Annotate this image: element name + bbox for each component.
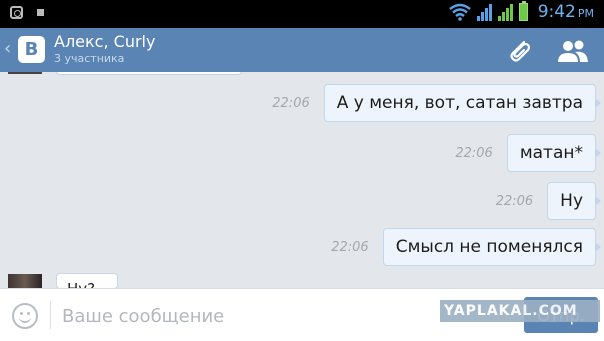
outgoing-message[interactable]: 22:06 А у меня, вот, сатан завтра (272, 84, 602, 122)
photo-icon (10, 6, 23, 19)
watermark: YAPLAKAL.COM (440, 300, 600, 322)
participants-icon[interactable] (556, 38, 590, 64)
app-bar: ‹ В Алекс, Curly 3 участника (0, 28, 604, 72)
clock: 9:42 PM (537, 2, 594, 22)
message-input[interactable] (60, 301, 464, 331)
message-timestamp: 22:06 (272, 95, 310, 111)
message-bubble: Ну (547, 182, 601, 220)
wifi-icon (448, 3, 471, 21)
divider (50, 301, 51, 329)
message-list[interactable]: 22:06 А у меня, вот, сатан завтра 22:06 … (0, 72, 604, 288)
participants-count: 3 участника (54, 52, 125, 65)
back-chevron-icon[interactable]: ‹ (4, 38, 11, 59)
status-bar: 9:42 PM (0, 0, 604, 28)
notification-icon (37, 9, 44, 16)
incoming-message-bubble (56, 72, 242, 75)
signal-icon (476, 3, 492, 21)
chat-title: Алекс, Curly (54, 32, 156, 51)
battery-icon (518, 1, 528, 21)
avatar[interactable] (8, 72, 42, 74)
message-timestamp: 22:06 (455, 145, 493, 161)
paperclip-icon[interactable] (504, 36, 534, 66)
outgoing-message[interactable]: 22:06 Смысл не поменялся (331, 228, 602, 266)
outgoing-message[interactable]: 22:06 матан* (455, 134, 602, 172)
avatar[interactable] (8, 274, 42, 288)
outgoing-message[interactable]: 22:06 Ну (495, 182, 601, 220)
incoming-message-bubble: Ну? (56, 273, 118, 288)
signal-icon (497, 3, 513, 21)
smiley-icon[interactable] (12, 303, 38, 329)
message-bubble: Смысл не поменялся (382, 228, 602, 266)
vk-logo[interactable]: В (18, 36, 45, 63)
message-bubble: матан* (506, 134, 602, 172)
message-timestamp: 22:06 (331, 239, 369, 255)
message-timestamp: 22:06 (495, 193, 534, 209)
message-bubble: А у меня, вот, сатан завтра (323, 84, 602, 122)
